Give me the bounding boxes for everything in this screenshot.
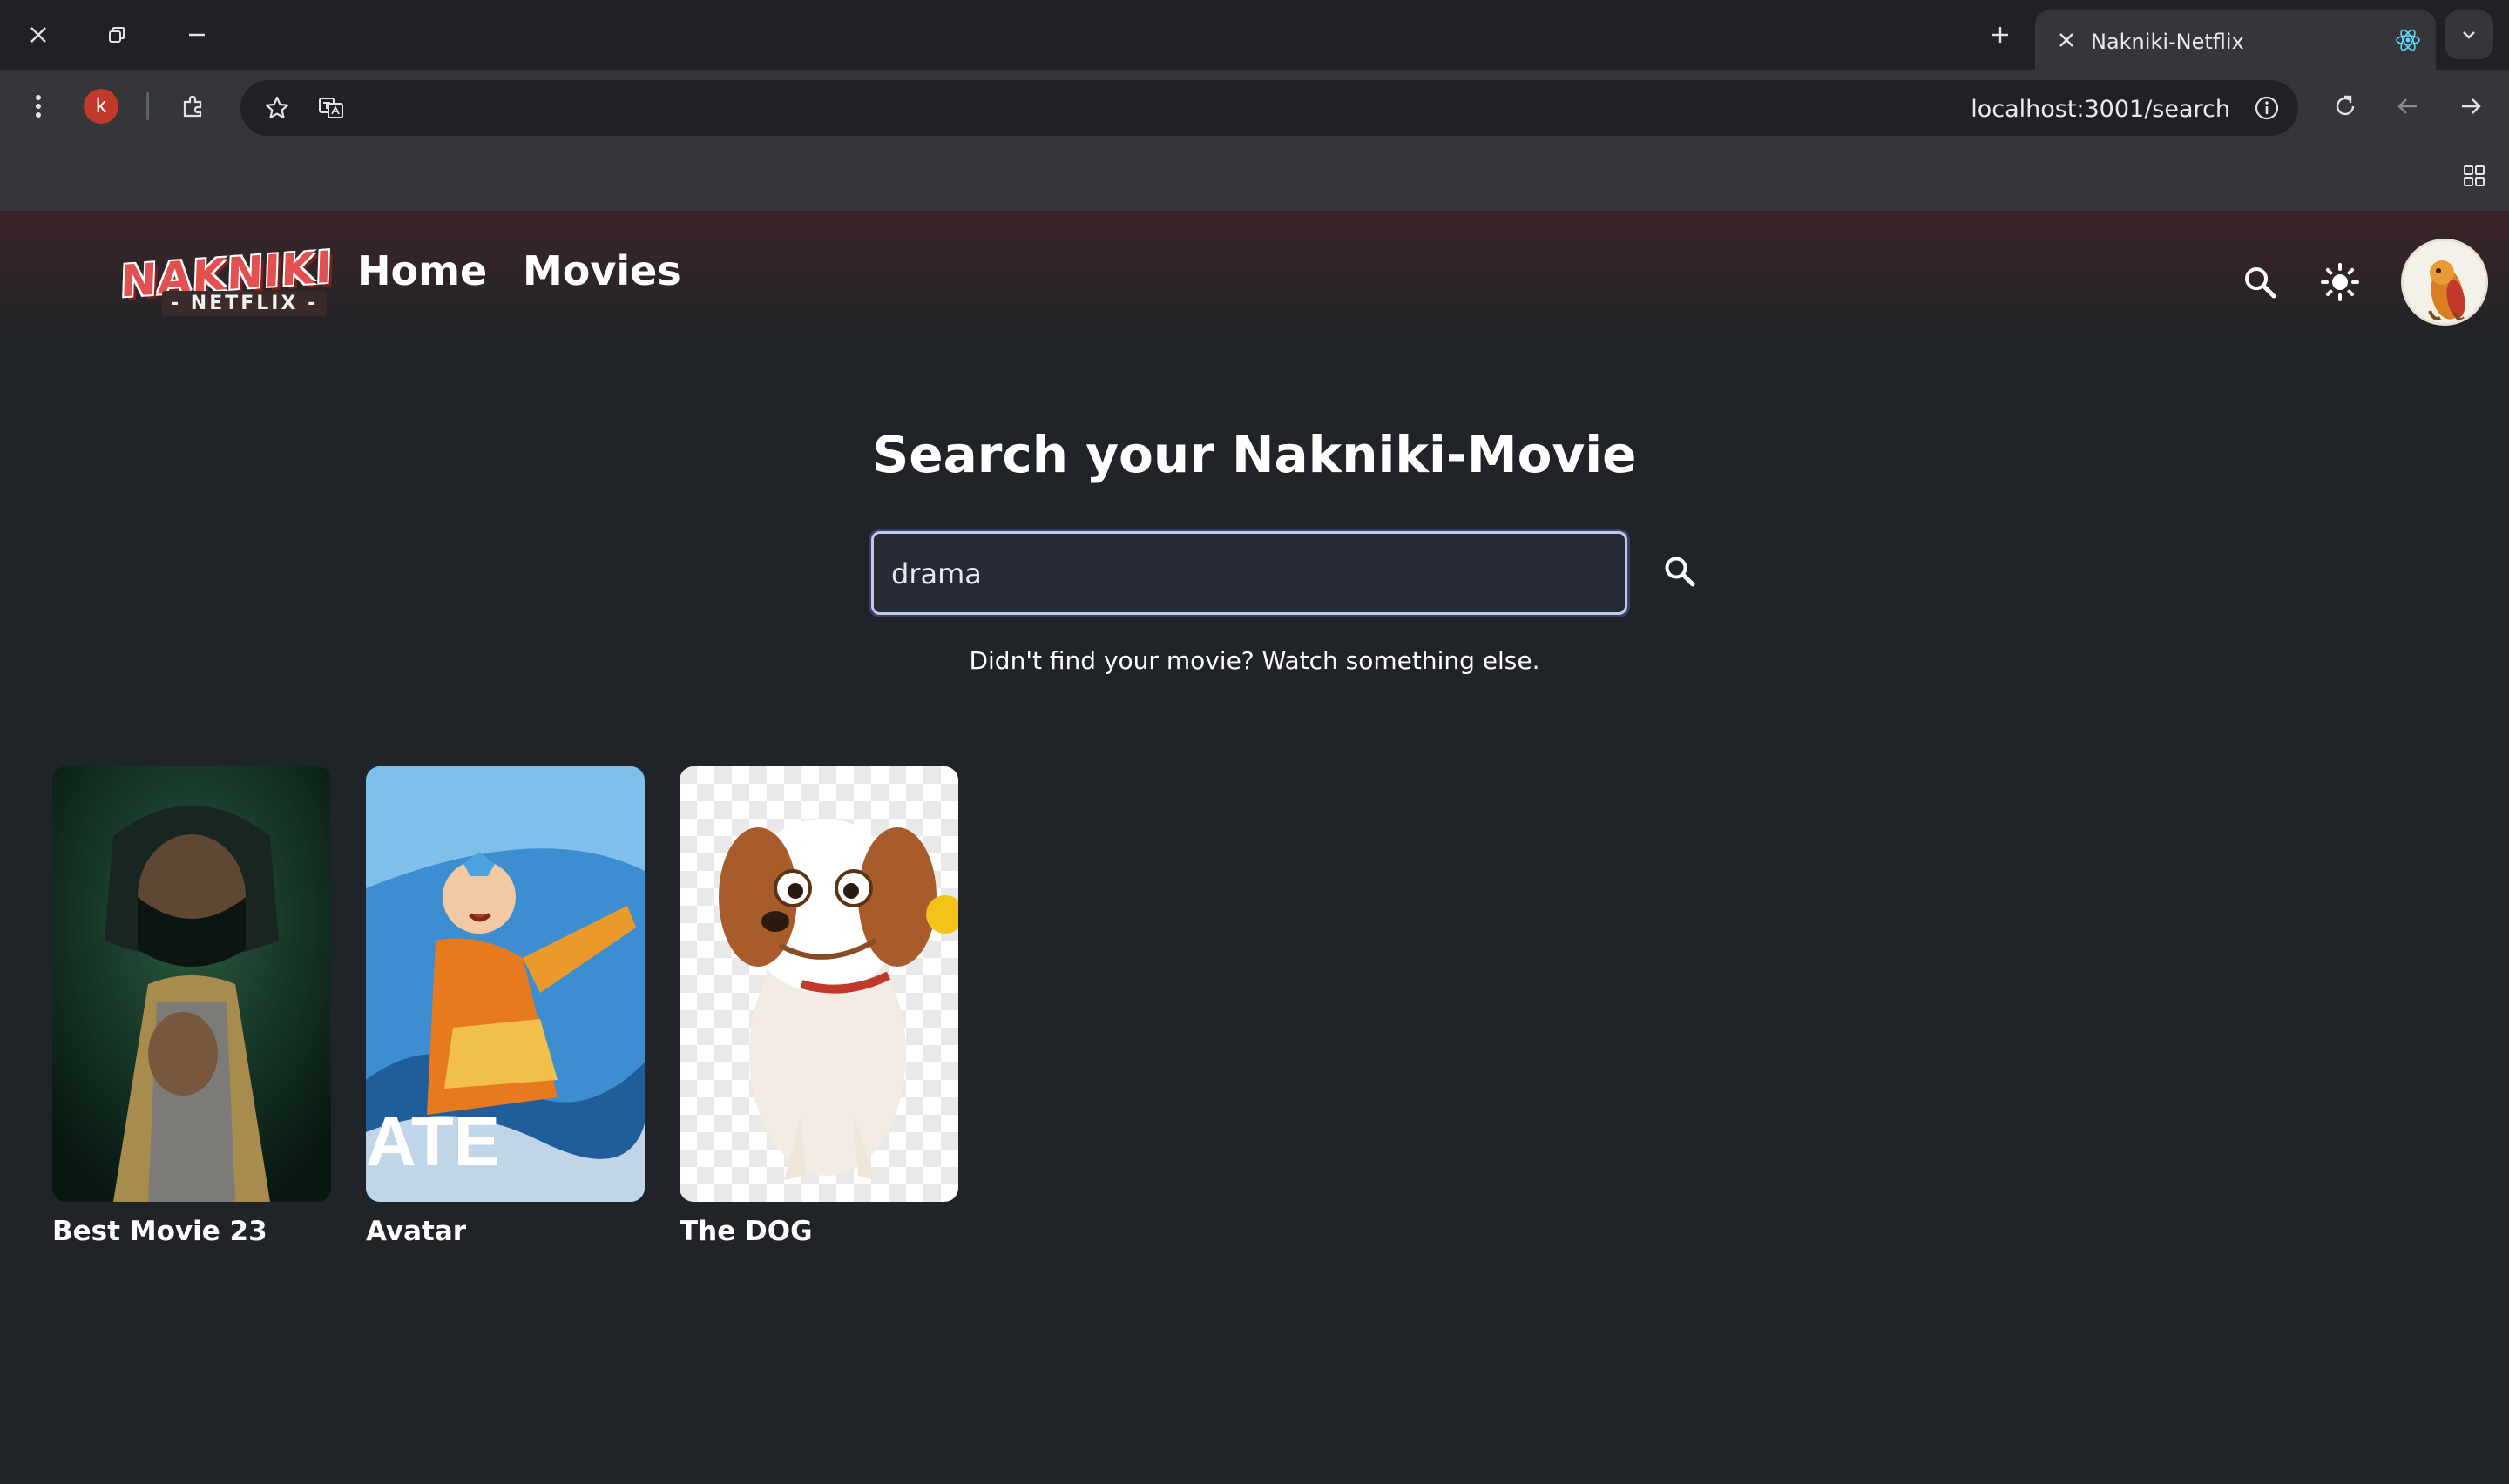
active-tab[interactable]: Nakniki-Netflix: [2035, 10, 2436, 70]
nav-home-link[interactable]: Home: [357, 247, 487, 294]
search-input[interactable]: [891, 550, 1606, 598]
nakniki-netflix-logo[interactable]: NAKNIKI - NETFLIX -: [119, 241, 334, 324]
browser-menu-icon[interactable]: [21, 89, 56, 124]
app-header: NAKNIKI - NETFLIX - Home Movies: [0, 211, 2509, 333]
nav-movies-link[interactable]: Movies: [523, 247, 681, 294]
puppy-poster-image: [680, 766, 958, 1202]
search-submit-icon[interactable]: [1660, 552, 1699, 590]
back-icon[interactable]: [2391, 89, 2425, 124]
page-title: Search your Nakniki-Movie: [872, 425, 1637, 484]
movie-poster[interactable]: ATE: [366, 766, 645, 1202]
header-search-icon[interactable]: [2239, 261, 2281, 303]
theme-toggle-sun-icon[interactable]: [2317, 260, 2363, 305]
movie-card[interactable]: Best Movie 23: [52, 766, 331, 1247]
react-favicon-icon: [2392, 24, 2424, 56]
reload-icon[interactable]: [2328, 89, 2363, 124]
tab-search-button[interactable]: [2445, 10, 2493, 59]
hooded-ninja-poster-image: [52, 766, 331, 1202]
toolbar-divider: [146, 92, 149, 120]
logo-sub-text: - NETFLIX -: [162, 291, 328, 316]
restore-window-icon[interactable]: [99, 17, 134, 52]
movie-poster[interactable]: [52, 766, 331, 1202]
new-tab-icon[interactable]: [1983, 17, 2018, 52]
avatar-airbender-poster-image: ATE: [366, 766, 645, 1202]
movie-title[interactable]: Avatar: [366, 1216, 645, 1247]
browser-toolbar: k localhost:3001/search: [0, 70, 2509, 141]
translate-icon[interactable]: [314, 91, 348, 125]
bookmarks-bar: [0, 141, 2509, 211]
apps-grid-icon[interactable]: [2457, 159, 2492, 193]
site-info-icon[interactable]: [2251, 92, 2282, 124]
poster-text: ATE: [366, 1103, 500, 1180]
movie-card[interactable]: ATE Avatar: [366, 766, 645, 1247]
url-text[interactable]: localhost:3001/search: [1971, 96, 2230, 123]
minimize-window-icon[interactable]: [179, 17, 214, 52]
close-window-icon[interactable]: [21, 17, 56, 52]
movie-title[interactable]: Best Movie 23: [52, 1216, 331, 1247]
movie-title[interactable]: The DOG: [680, 1216, 958, 1247]
user-profile-avatar[interactable]: [2401, 239, 2488, 326]
hotdog-mascot-icon: [2404, 241, 2485, 323]
forward-icon[interactable]: [2453, 89, 2488, 124]
address-bar[interactable]: localhost:3001/search: [240, 80, 2298, 136]
close-tab-icon[interactable]: [2051, 24, 2082, 56]
bookmark-star-icon[interactable]: [260, 91, 294, 125]
movie-poster[interactable]: [680, 766, 958, 1202]
search-field[interactable]: [871, 531, 1627, 615]
browser-profile-avatar[interactable]: k: [84, 89, 118, 124]
tab-title: Nakniki-Netflix: [2091, 30, 2244, 54]
movie-card[interactable]: The DOG: [680, 766, 958, 1247]
extensions-icon[interactable]: [176, 89, 211, 124]
browser-tab-bar: Nakniki-Netflix: [0, 0, 2509, 70]
no-results-hint: Didn't find your movie? Watch something …: [969, 646, 1540, 675]
